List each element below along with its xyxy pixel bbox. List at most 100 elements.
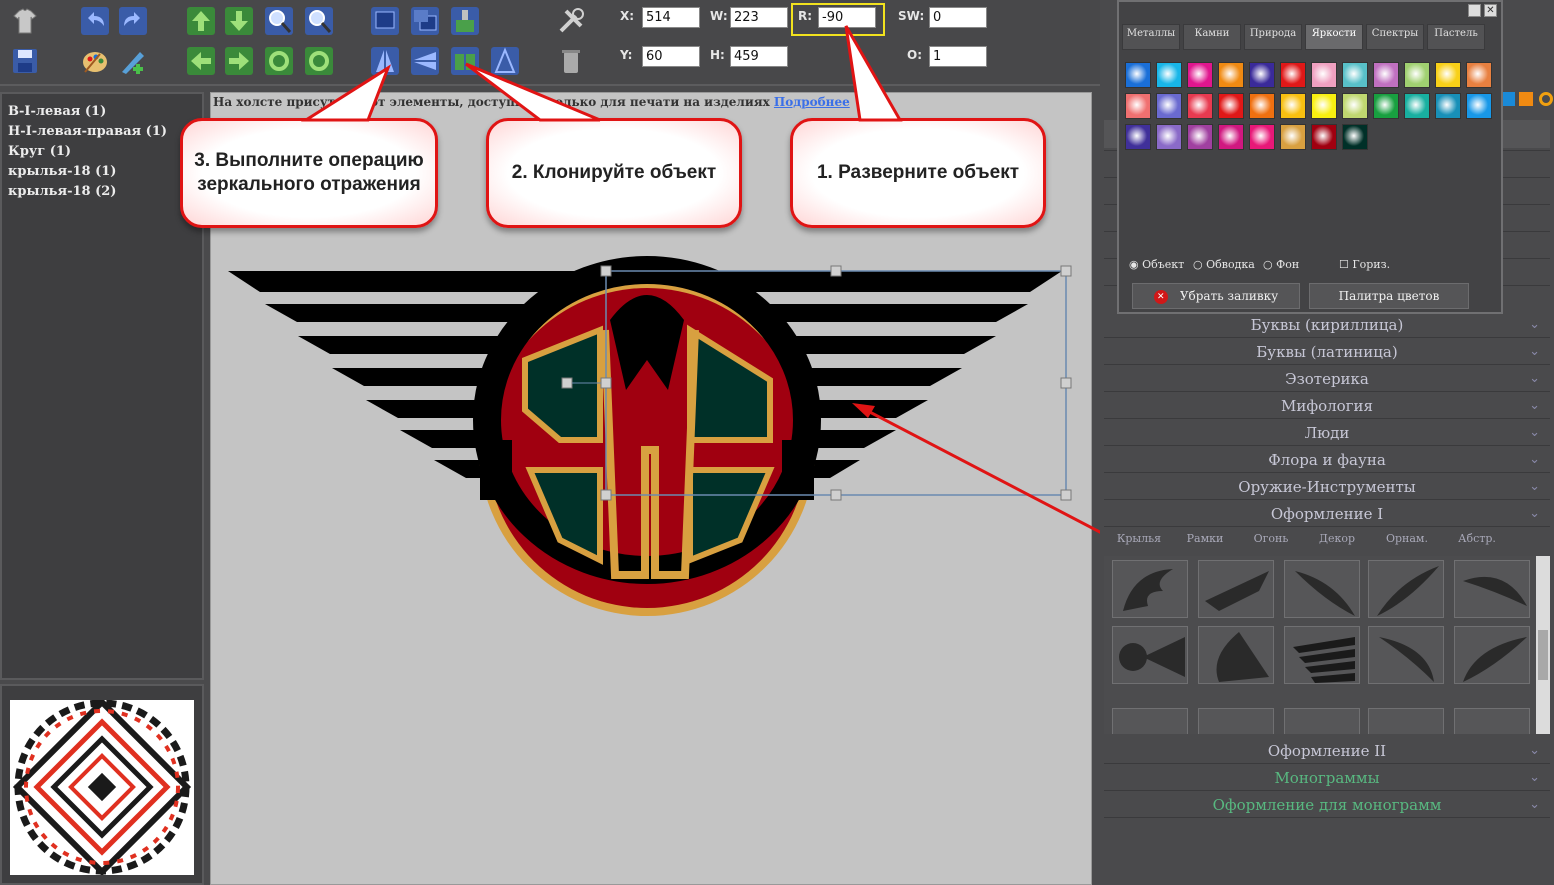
more-link[interactable]: Подробнее xyxy=(774,95,850,109)
wing-thumbnail[interactable] xyxy=(1284,708,1360,734)
wing-thumbnail[interactable] xyxy=(1112,626,1188,684)
color-swatch[interactable] xyxy=(1218,124,1244,150)
category-people[interactable]: Люди ⌄ xyxy=(1104,420,1550,446)
layer-item[interactable]: Круг (1) xyxy=(2,142,202,162)
wing-thumbnail[interactable] xyxy=(1368,708,1444,734)
color-palette-button[interactable]: Палитра цветов xyxy=(1309,283,1469,309)
clone-icon[interactable] xyxy=(448,44,482,78)
color-swatch[interactable] xyxy=(1187,62,1213,88)
send-back-icon[interactable] xyxy=(408,4,442,38)
color-swatch[interactable] xyxy=(1373,93,1399,119)
rotate-left-icon[interactable] xyxy=(262,44,296,78)
remove-fill-button[interactable]: ✕ Убрать заливку xyxy=(1132,283,1300,309)
color-swatch[interactable] xyxy=(1466,93,1492,119)
triangle-icon[interactable] xyxy=(488,44,522,78)
wing-thumbnail[interactable] xyxy=(1198,708,1274,734)
color-swatch[interactable] xyxy=(1218,93,1244,119)
redo-icon[interactable] xyxy=(116,4,150,38)
subtab-decor[interactable]: Декор xyxy=(1306,530,1368,554)
align-icon[interactable] xyxy=(448,4,482,38)
color-swatch[interactable] xyxy=(1280,124,1306,150)
color-swatch[interactable] xyxy=(1435,62,1461,88)
color-swatch[interactable] xyxy=(1342,62,1368,88)
color-swatch[interactable] xyxy=(1311,93,1337,119)
h-field[interactable]: 459 xyxy=(730,46,788,67)
mirror-vertical-icon[interactable] xyxy=(368,44,402,78)
subtab-wings[interactable]: Крылья xyxy=(1108,530,1170,554)
close-icon[interactable]: ✕ xyxy=(1484,4,1497,17)
tab-pastel[interactable]: Пастель xyxy=(1427,24,1485,50)
zoom-in-icon[interactable] xyxy=(262,4,296,38)
add-image-icon[interactable] xyxy=(116,44,150,78)
tab-metals[interactable]: Металлы xyxy=(1122,24,1180,50)
color-swatch[interactable] xyxy=(1218,62,1244,88)
category-monogram-design[interactable]: Оформление для монограмм ⌄ xyxy=(1104,792,1550,818)
color-swatch[interactable] xyxy=(1342,124,1368,150)
category-mythology[interactable]: Мифология ⌄ xyxy=(1104,393,1550,419)
y-field[interactable]: 60 xyxy=(642,46,700,67)
wing-thumbnail[interactable] xyxy=(1284,626,1360,684)
color-swatch[interactable] xyxy=(1404,93,1430,119)
layer-item[interactable]: В-I-левая (1) xyxy=(2,102,202,122)
o-field[interactable]: 1 xyxy=(929,46,987,67)
color-swatch[interactable] xyxy=(1435,93,1461,119)
color-swatch[interactable] xyxy=(1125,124,1151,150)
color-swatch[interactable] xyxy=(1249,124,1275,150)
tab-spectra[interactable]: Спектры xyxy=(1366,24,1424,50)
sw-field[interactable]: 0 xyxy=(929,7,987,28)
tab-nature[interactable]: Природа xyxy=(1244,24,1302,50)
subtab-ornament[interactable]: Орнам. xyxy=(1372,530,1442,554)
color-swatch[interactable] xyxy=(1249,62,1275,88)
palette-icon[interactable] xyxy=(78,44,112,78)
color-swatch[interactable] xyxy=(1125,62,1151,88)
color-swatch[interactable] xyxy=(1187,93,1213,119)
category-flora-fauna[interactable]: Флора и фауна ⌄ xyxy=(1104,447,1550,473)
save-icon[interactable] xyxy=(8,44,42,78)
subtab-fire[interactable]: Огонь xyxy=(1240,530,1302,554)
arrow-up-icon[interactable] xyxy=(184,4,218,38)
category-cyrillic[interactable]: Буквы (кириллица) ⌄ xyxy=(1104,312,1550,338)
color-swatch[interactable] xyxy=(1156,124,1182,150)
tools-icon[interactable] xyxy=(554,4,588,38)
radio-background[interactable]: ○ Фон xyxy=(1263,258,1299,271)
odnoklassniki-icon[interactable] xyxy=(1519,92,1533,106)
wing-thumbnail[interactable] xyxy=(1454,560,1530,618)
color-swatch[interactable] xyxy=(1311,62,1337,88)
category-latin[interactable]: Буквы (латиница) ⌄ xyxy=(1104,339,1550,365)
layer-item[interactable]: Н-I-левая-правая (1) xyxy=(2,122,202,142)
arrow-down-icon[interactable] xyxy=(222,4,256,38)
radio-object[interactable]: ◉ Объект xyxy=(1129,258,1184,271)
zoom-out-icon[interactable] xyxy=(302,4,336,38)
category-design-2[interactable]: Оформление II ⌄ xyxy=(1104,738,1550,764)
wing-thumbnail[interactable] xyxy=(1112,560,1188,618)
mirror-horizontal-icon[interactable] xyxy=(408,44,442,78)
tab-stones[interactable]: Камни xyxy=(1183,24,1241,50)
rotate-right-icon[interactable] xyxy=(302,44,336,78)
color-swatch[interactable] xyxy=(1311,124,1337,150)
category-esoteric[interactable]: Эзотерика ⌄ xyxy=(1104,366,1550,392)
category-monograms[interactable]: Монограммы ⌄ xyxy=(1104,765,1550,791)
wing-thumbnail[interactable] xyxy=(1368,626,1444,684)
subtab-abstract[interactable]: Абстр. xyxy=(1444,530,1510,554)
color-swatch[interactable] xyxy=(1156,62,1182,88)
color-swatch[interactable] xyxy=(1280,93,1306,119)
tab-brightness[interactable]: Яркости xyxy=(1305,24,1363,50)
wing-thumbnail[interactable] xyxy=(1198,626,1274,684)
radio-stroke[interactable]: ○ Обводка xyxy=(1193,258,1255,271)
color-swatch[interactable] xyxy=(1342,93,1368,119)
color-swatch[interactable] xyxy=(1466,62,1492,88)
checkbox-horizontal[interactable]: ☐ Гориз. xyxy=(1339,258,1390,271)
trash-icon[interactable] xyxy=(554,44,588,78)
email-icon[interactable] xyxy=(1539,92,1553,106)
layer-item[interactable]: крылья-18 (1) xyxy=(2,162,202,182)
wing-thumbnail[interactable] xyxy=(1284,560,1360,618)
r-field[interactable]: -90 xyxy=(818,7,876,28)
w-field[interactable]: 223 xyxy=(730,7,788,28)
category-design-1[interactable]: Оформление I ⌄ xyxy=(1104,501,1550,527)
undo-icon[interactable] xyxy=(78,4,112,38)
color-swatch[interactable] xyxy=(1373,62,1399,88)
color-swatch[interactable] xyxy=(1280,62,1306,88)
wing-thumbnail[interactable] xyxy=(1454,626,1530,684)
color-swatch[interactable] xyxy=(1404,62,1430,88)
subtab-frames[interactable]: Рамки xyxy=(1174,530,1236,554)
